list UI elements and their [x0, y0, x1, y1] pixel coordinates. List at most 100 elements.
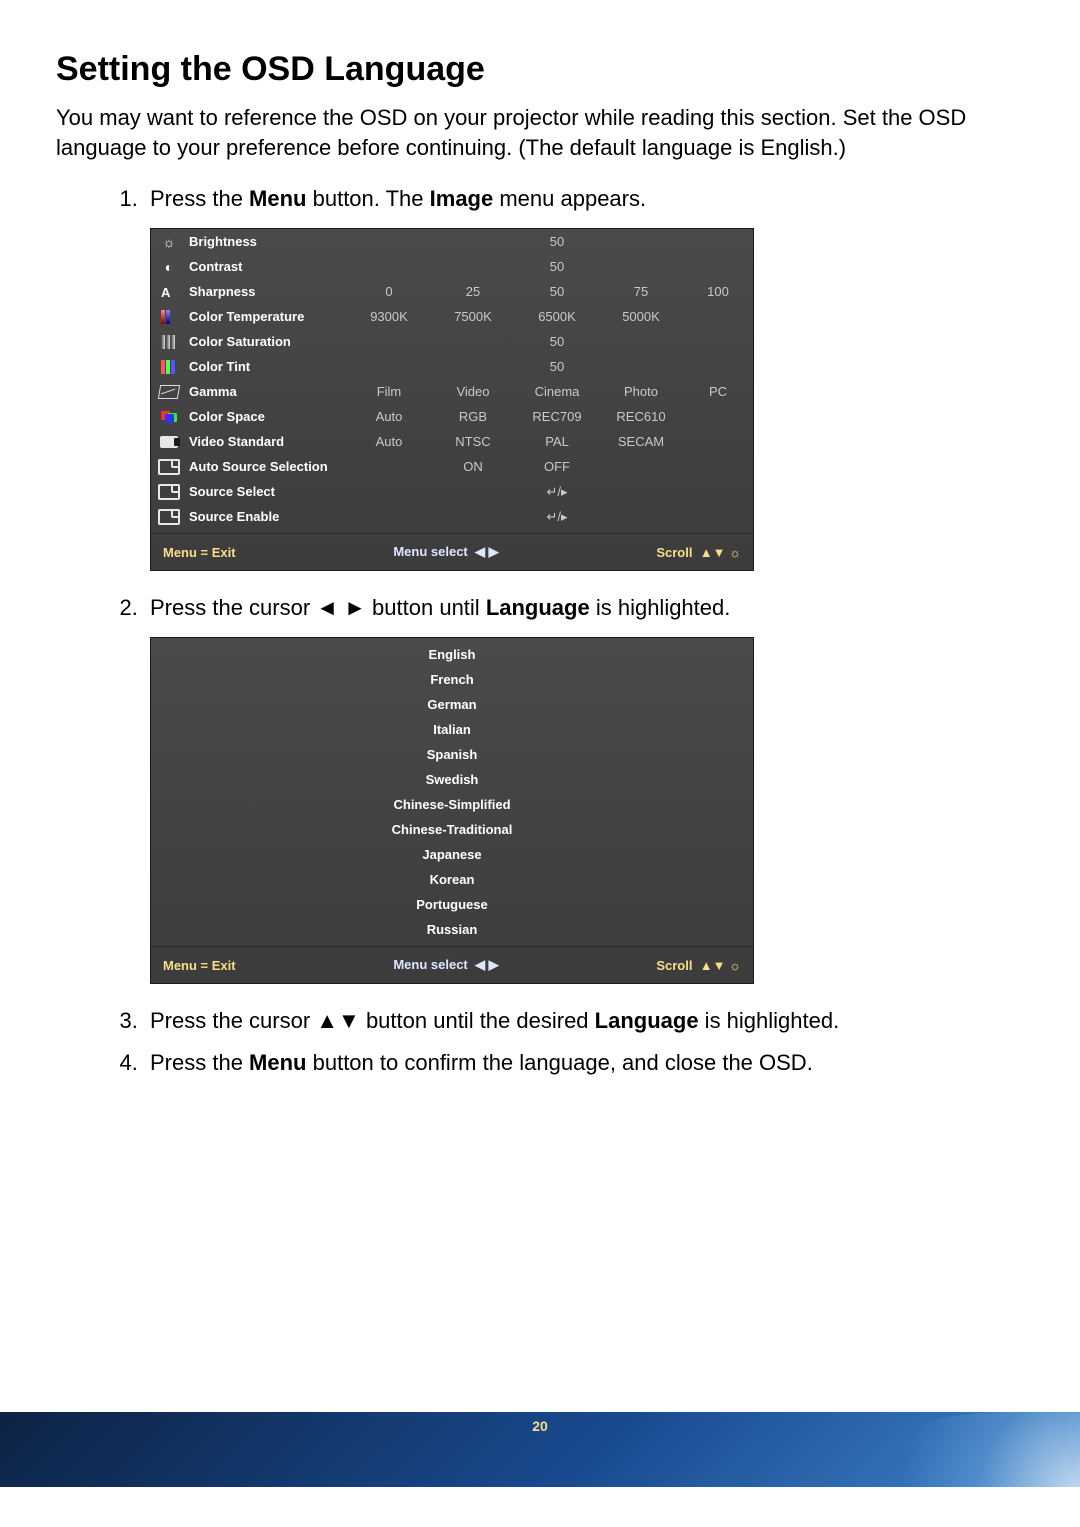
osd-language-option: Portuguese — [151, 892, 753, 917]
osd-value: Cinema — [515, 384, 599, 399]
nav-lr-icon: ◀ ▶ — [475, 544, 499, 559]
video-standard-icon — [151, 436, 187, 448]
osd-row-label: Sharpness — [187, 284, 347, 299]
osd-value: ↵/▸ — [515, 484, 599, 500]
osd-language-option: Spanish — [151, 742, 753, 767]
osd-footer: Menu = Exit Menu select ◀ ▶ Scroll ▲▼ ☼ — [151, 534, 753, 570]
nav-ud-icon: ▲▼ — [700, 545, 726, 560]
osd-row-label: Color Tint — [187, 359, 347, 374]
osd-value: 50 — [515, 359, 599, 374]
gamma-icon — [151, 385, 187, 399]
osd-value: 50 — [515, 259, 599, 274]
osd-row: Source Select ↵/▸ — [151, 479, 753, 504]
osd-value: Auto — [347, 409, 431, 424]
osd-footer-scroll: Scroll ▲▼ ☼ — [656, 545, 741, 560]
osd-row: Color Temperature9300K7500K6500K5000K — [151, 304, 753, 329]
source-enable-icon — [151, 509, 187, 525]
osd-language-option: Japanese — [151, 842, 753, 867]
step-3: Press the cursor ▲▼ button until the des… — [144, 1008, 1024, 1034]
osd-image-menu: ☼Brightness50◐Contrast50Sharpness0255075… — [150, 228, 754, 571]
nav-ud-icon: ▲▼ — [700, 958, 726, 973]
osd-value: Film — [347, 384, 431, 399]
osd-language-option: Chinese-Traditional — [151, 817, 753, 842]
osd-value: 6500K — [515, 309, 599, 324]
osd-footer: Menu = Exit Menu select ◀ ▶ Scroll ▲▼ ☼ — [151, 947, 753, 983]
osd-row: Source Enable ↵/▸ — [151, 504, 753, 529]
osd-value: 9300K — [347, 309, 431, 324]
osd-row: Color Saturation 50 — [151, 329, 753, 354]
osd-language-option: French — [151, 667, 753, 692]
osd-footer-exit: Menu = Exit — [163, 545, 236, 560]
osd-row: Video StandardAutoNTSCPALSECAM — [151, 429, 753, 454]
osd-value: ↵/▸ — [515, 509, 599, 525]
osd-language-option: English — [151, 642, 753, 667]
osd-footer-scroll: Scroll ▲▼ ☼ — [656, 958, 741, 973]
osd-row: Color SpaceAutoRGBREC709REC610 — [151, 404, 753, 429]
osd-value: RGB — [431, 409, 515, 424]
osd-value: 75 — [599, 284, 683, 299]
color-temperature-icon — [151, 310, 187, 324]
step-4: Press the Menu button to confirm the lan… — [144, 1050, 1024, 1076]
page-title: Setting the OSD Language — [56, 50, 1024, 89]
osd-row-label: Contrast — [187, 259, 347, 274]
osd-language-menu: EnglishFrenchGermanItalianSpanishSwedish… — [150, 637, 754, 984]
osd-value: Photo — [599, 384, 683, 399]
brightness-icon: ☼ — [729, 958, 741, 973]
osd-row: ◐Contrast 50 — [151, 254, 753, 279]
osd-footer-exit: Menu = Exit — [163, 958, 236, 973]
osd-row-label: Gamma — [187, 384, 347, 399]
osd-value: 50 — [515, 234, 599, 249]
brightness-icon: ☼ — [729, 545, 741, 560]
osd-row-label: Color Space — [187, 409, 347, 424]
page-footer: 20 — [0, 1412, 1080, 1487]
osd-language-option: German — [151, 692, 753, 717]
nav-lr-icon: ◀ ▶ — [475, 957, 499, 972]
auto-source-icon — [151, 459, 187, 475]
osd-value: 5000K — [599, 309, 683, 324]
osd-footer-select: Menu select ◀ ▶ — [393, 957, 498, 973]
osd-row: Sharpness0255075100 — [151, 279, 753, 304]
osd-value: Video — [431, 384, 515, 399]
osd-row-label: Video Standard — [187, 434, 347, 449]
step-2: Press the cursor ◄ ► button until Langua… — [144, 595, 1024, 984]
steps-list: Press the Menu button. The Image menu ap… — [56, 186, 1024, 1076]
step-1: Press the Menu button. The Image menu ap… — [144, 186, 1024, 571]
brightness-icon: ☼ — [151, 234, 187, 250]
osd-language-option: Swedish — [151, 767, 753, 792]
osd-row: ☼Brightness 50 — [151, 229, 753, 254]
osd-value: REC610 — [599, 409, 683, 424]
osd-row: GammaFilmVideoCinemaPhotoPC — [151, 379, 753, 404]
color-tint-icon — [151, 360, 187, 374]
osd-row-label: Color Saturation — [187, 334, 347, 349]
osd-value: 100 — [683, 284, 753, 299]
source-select-icon — [151, 484, 187, 500]
osd-value: SECAM — [599, 434, 683, 449]
osd-value: NTSC — [431, 434, 515, 449]
osd-value: ON — [431, 459, 515, 474]
osd-language-option: Korean — [151, 867, 753, 892]
osd-value: 7500K — [431, 309, 515, 324]
osd-value: Auto — [347, 434, 431, 449]
osd-row-label: Brightness — [187, 234, 347, 249]
osd-row-label: Source Enable — [187, 509, 347, 524]
osd-row-label: Source Select — [187, 484, 347, 499]
osd-row: Color Tint 50 — [151, 354, 753, 379]
osd-value: OFF — [515, 459, 599, 474]
sharpness-icon — [151, 285, 187, 299]
osd-value: 0 — [347, 284, 431, 299]
osd-value: PC — [683, 384, 753, 399]
osd-value: PAL — [515, 434, 599, 449]
osd-value: 50 — [515, 284, 599, 299]
osd-row-label: Color Temperature — [187, 309, 347, 324]
osd-value: 50 — [515, 334, 599, 349]
contrast-icon: ◐ — [151, 259, 187, 275]
osd-row-label: Auto Source Selection — [187, 459, 347, 474]
osd-language-option: Chinese-Simplified — [151, 792, 753, 817]
osd-value: REC709 — [515, 409, 599, 424]
osd-language-option: Russian — [151, 917, 753, 942]
color-space-icon — [151, 411, 187, 423]
osd-footer-select: Menu select ◀ ▶ — [393, 544, 498, 560]
osd-row: Auto Source Selection ONOFF — [151, 454, 753, 479]
document-page: Setting the OSD Language You may want to… — [0, 0, 1080, 1076]
osd-language-option: Italian — [151, 717, 753, 742]
